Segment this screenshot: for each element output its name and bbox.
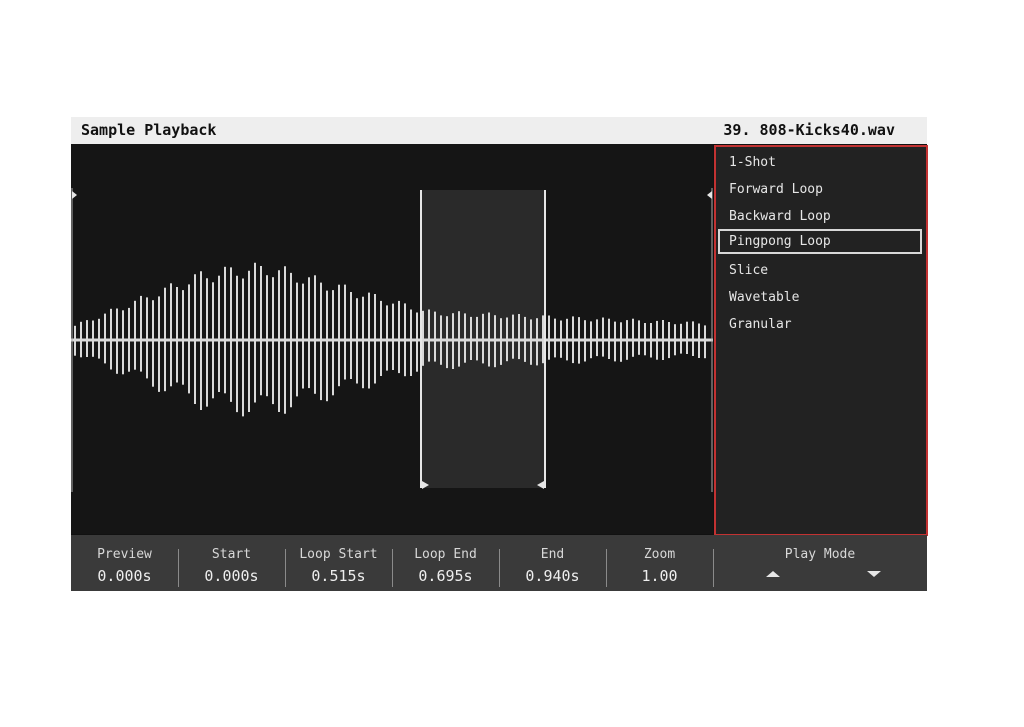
page-title: Sample Playback — [81, 121, 217, 139]
end-marker-icon[interactable] — [707, 191, 712, 199]
param-label: Preview — [97, 547, 152, 562]
param-value: 0.515s — [311, 567, 366, 585]
param-end[interactable]: End 0.940s — [499, 535, 606, 591]
param-label: Loop End — [414, 547, 477, 562]
parameter-bar: Preview 0.000s Start 0.000s Loop Start 0… — [71, 535, 927, 591]
play-mode-up-icon[interactable] — [766, 571, 780, 577]
play-mode-option-granular[interactable]: Granular — [718, 312, 922, 337]
param-label: Loop Start — [299, 547, 378, 562]
param-label: Zoom — [643, 547, 676, 562]
param-label: Play Mode — [784, 547, 856, 562]
waveform-display[interactable] — [71, 144, 713, 534]
param-value: 0.000s — [97, 567, 152, 585]
play-mode-option-wavetable[interactable]: Wavetable — [718, 285, 922, 310]
param-loop-start[interactable]: Loop Start 0.515s — [285, 535, 392, 591]
sample-file-label: 39. 808-Kicks40.wav — [723, 121, 895, 139]
sample-name: 808-Kicks40.wav — [759, 121, 895, 139]
play-mode-option-forward-loop[interactable]: Forward Loop — [718, 177, 922, 202]
play-mode-option-1-shot[interactable]: 1-Shot — [718, 150, 922, 175]
param-label: End — [540, 547, 565, 562]
start-marker-icon[interactable] — [72, 191, 77, 199]
param-label: Start — [211, 547, 252, 562]
play-mode-option-slice[interactable]: Slice — [718, 258, 922, 283]
param-value: 0.940s — [525, 567, 580, 585]
waveform — [71, 262, 713, 417]
param-value: 0.000s — [204, 567, 259, 585]
play-mode-list[interactable]: 1-Shot Forward Loop Backward Loop Pingpo… — [714, 145, 928, 536]
title-bar: Sample Playback 39. 808-Kicks40.wav — [71, 117, 927, 144]
sample-index: 39. — [723, 121, 751, 139]
param-loop-end[interactable]: Loop End 0.695s — [392, 535, 499, 591]
play-mode-option-pingpong-loop[interactable]: Pingpong Loop — [718, 229, 922, 254]
sample-playback-screen: Sample Playback 39. 808-Kicks40.wav 1-Sh… — [71, 117, 928, 591]
param-value: 1.00 — [641, 567, 678, 585]
param-preview[interactable]: Preview 0.000s — [71, 535, 178, 591]
waveform-svg — [71, 188, 713, 492]
param-value: 0.695s — [418, 567, 473, 585]
param-zoom[interactable]: Zoom 1.00 — [606, 535, 713, 591]
play-mode-option-backward-loop[interactable]: Backward Loop — [718, 204, 922, 229]
param-start[interactable]: Start 0.000s — [178, 535, 285, 591]
param-play-mode[interactable]: Play Mode — [713, 535, 927, 591]
play-mode-down-icon[interactable] — [867, 571, 881, 577]
